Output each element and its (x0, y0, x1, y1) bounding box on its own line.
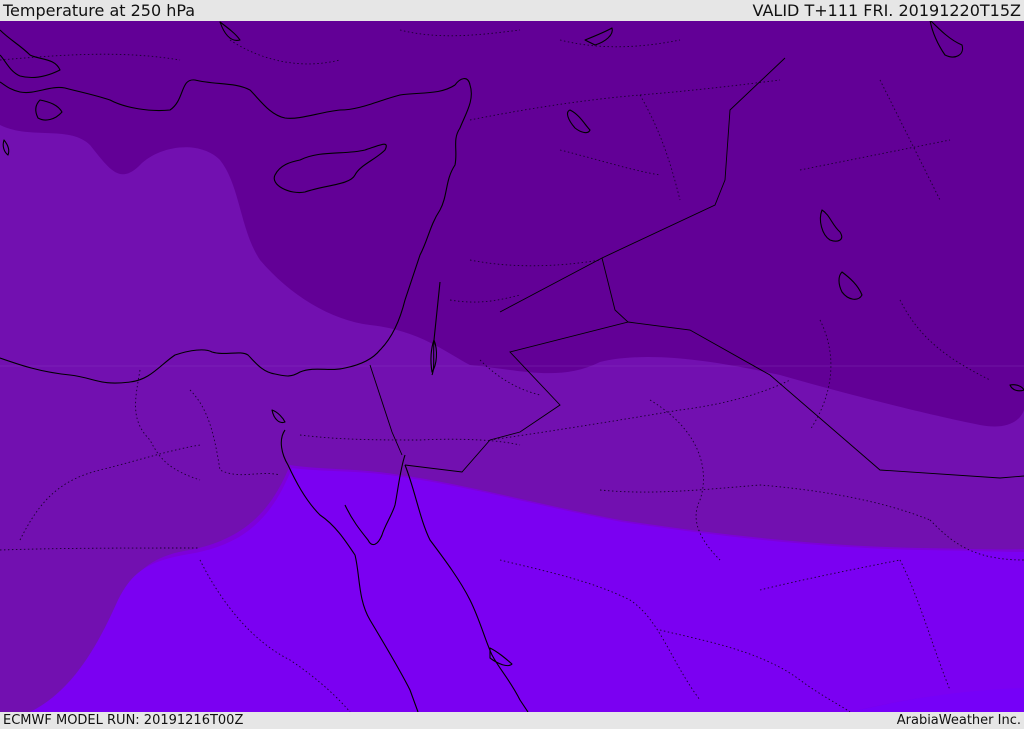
credit-label: ArabiaWeather Inc. (896, 713, 1021, 728)
map-canvas (0, 21, 1024, 712)
model-run-label: ECMWF MODEL RUN: 20191216T00Z (3, 713, 244, 728)
top-bar: Temperature at 250 hPa VALID T+111 FRI. … (0, 0, 1024, 21)
bottom-bar: ECMWF MODEL RUN: 20191216T00Z ArabiaWeat… (0, 712, 1024, 729)
map-title: Temperature at 250 hPa (3, 1, 196, 20)
valid-time: VALID T+111 FRI. 20191220T15Z (752, 1, 1021, 20)
weather-map[interactable] (0, 21, 1024, 712)
